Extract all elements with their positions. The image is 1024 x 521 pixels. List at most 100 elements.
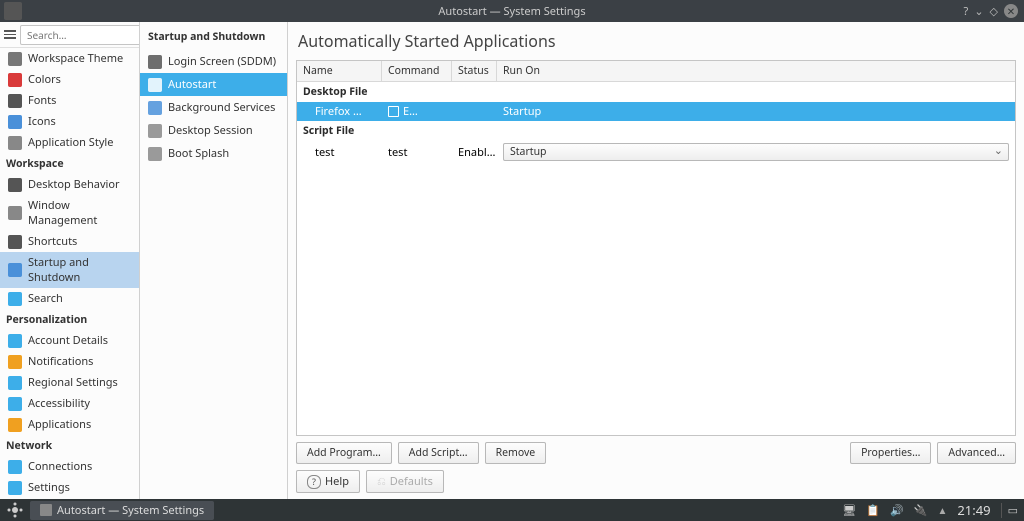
sidebar-item-label: Startup and Shutdown: [28, 255, 133, 285]
minimize-icon[interactable]: ⌄: [974, 4, 983, 19]
subpanel-item-label: Autostart: [168, 77, 216, 92]
cell-status: Enabl…: [458, 145, 503, 160]
sidebar-item-icon: [8, 292, 22, 306]
add-program-button[interactable]: Add Program…: [296, 442, 392, 464]
sidebar-item-icon: [8, 94, 22, 108]
cell-runon: Startup: [503, 143, 1009, 161]
tray-clipboard-icon[interactable]: 📋: [866, 503, 880, 518]
sidebar-group-workspace: Workspace: [0, 153, 139, 174]
subpanel-item-boot-splash[interactable]: Boot Splash: [140, 142, 287, 165]
tray-volume-icon[interactable]: 🔊: [890, 503, 904, 518]
sidebar-item-regional-settings[interactable]: Regional Settings: [0, 372, 139, 393]
section-desktop-file: Desktop File: [297, 82, 1015, 102]
runon-dropdown[interactable]: Startup: [503, 143, 1009, 161]
sidebar-item-icon: [8, 460, 22, 474]
sidebar-item-label: Notifications: [28, 354, 93, 369]
subpanel-item-label: Boot Splash: [168, 146, 229, 161]
sidebar-item-label: Window Management: [28, 198, 133, 228]
sidebar-item-icon: [8, 376, 22, 390]
sidebar-item-workspace-theme[interactable]: Workspace Theme: [0, 48, 139, 69]
subpanel-item-icon: [148, 55, 162, 69]
column-status[interactable]: Status: [452, 61, 497, 81]
defaults-button[interactable]: ⎌Defaults: [366, 470, 444, 493]
sidebar-item-notifications[interactable]: Notifications: [0, 351, 139, 372]
cell-command: E…: [388, 104, 458, 119]
help-button[interactable]: Help: [296, 470, 360, 493]
sidebar-item-fonts[interactable]: Fonts: [0, 90, 139, 111]
sidebar-item-label: Search: [28, 291, 63, 306]
sidebar-item-icon: [8, 263, 22, 277]
sidebar-item-connections[interactable]: Connections: [0, 456, 139, 477]
sidebar-item-label: Workspace Theme: [28, 51, 123, 66]
sidebar-item-label: Applications: [28, 417, 91, 432]
app-launcher-icon[interactable]: [6, 501, 24, 519]
subpanel-item-background-services[interactable]: Background Services: [140, 96, 287, 119]
subpanel-item-login-screen-sddm-[interactable]: Login Screen (SDDM): [140, 50, 287, 73]
window-title: Autostart — System Settings: [438, 4, 585, 19]
sidebar-group-personalization: Personalization: [0, 309, 139, 330]
section-script-file: Script File: [297, 121, 1015, 141]
sidebar-item-applications[interactable]: Applications: [0, 414, 139, 435]
show-desktop-icon[interactable]: ▭: [1001, 503, 1018, 518]
page-title: Automatically Started Applications: [296, 28, 1016, 60]
subpanel-item-icon: [148, 101, 162, 115]
add-script-button[interactable]: Add Script…: [398, 442, 479, 464]
system-tray: 🖥 📋 🔊 🔌 ▲ 21:49 ▭: [842, 501, 1018, 519]
sidebar-item-label: Accessibility: [28, 396, 90, 411]
sidebar-item-label: Icons: [28, 114, 56, 129]
sidebar-item-label: Connections: [28, 459, 92, 474]
taskbar-entry-icon: [40, 504, 52, 516]
content-pane: Automatically Started Applications Name …: [288, 22, 1024, 499]
table-header: Name Command Status Run On: [297, 61, 1015, 82]
hamburger-menu-icon[interactable]: [0, 26, 20, 43]
subpanel-item-autostart[interactable]: Autostart: [140, 73, 287, 96]
subpanel-item-icon: [148, 124, 162, 138]
sidebar-item-icon: [8, 115, 22, 129]
maximize-icon[interactable]: ◇: [990, 4, 998, 19]
search-input[interactable]: [20, 25, 140, 45]
sidebar-item-settings[interactable]: Settings: [0, 477, 139, 498]
sidebar-item-icon: [8, 397, 22, 411]
sidebar-item-icon: [8, 206, 22, 220]
sidebar-item-icons[interactable]: Icons: [0, 111, 139, 132]
tray-expand-icon[interactable]: ▲: [937, 503, 947, 517]
tray-removable-icon[interactable]: 🖥: [842, 503, 856, 518]
cell-runon: Startup: [503, 104, 1009, 119]
subpanel-item-desktop-session[interactable]: Desktop Session: [140, 119, 287, 142]
subpanel: Startup and Shutdown Login Screen (SDDM)…: [140, 22, 288, 499]
taskbar-clock[interactable]: 21:49: [957, 501, 990, 519]
column-command[interactable]: Command: [382, 61, 452, 81]
subpanel-item-icon: [148, 78, 162, 92]
sidebar-left: Workspace Theme ColorsFonts Icons Applicati…: [0, 22, 140, 499]
help-titlebar-icon[interactable]: ?: [964, 4, 969, 19]
sidebar-item-label: Desktop Behavior: [28, 177, 120, 192]
sidebar-item-icon: [8, 481, 22, 495]
sidebar-item-accessibility[interactable]: Accessibility: [0, 393, 139, 414]
table-row-test[interactable]: test test Enabl… Startup: [297, 141, 1015, 163]
column-name[interactable]: Name: [297, 61, 382, 81]
sidebar-item-icon: [8, 136, 22, 150]
sidebar-item-search[interactable]: Search: [0, 288, 139, 309]
sidebar-item-startup-and-shutdown[interactable]: Startup and Shutdown: [0, 252, 139, 288]
sidebar-item-label: Account Details: [28, 333, 108, 348]
sidebar-item-application-style[interactable]: Application Style: [0, 132, 139, 153]
sidebar-item-shortcuts[interactable]: Shortcuts: [0, 231, 139, 252]
close-icon[interactable]: ✕: [1004, 4, 1018, 18]
remove-button[interactable]: Remove: [485, 442, 547, 464]
advanced-button[interactable]: Advanced…: [937, 442, 1016, 464]
autostart-table: Name Command Status Run On Desktop File …: [296, 60, 1016, 436]
properties-button[interactable]: Properties…: [850, 442, 931, 464]
window-titlebar: Autostart — System Settings ? ⌄ ◇ ✕: [0, 0, 1024, 22]
column-runon[interactable]: Run On: [497, 61, 1015, 81]
table-row-firefox[interactable]: Firefox … E… Startup: [297, 102, 1015, 121]
subpanel-item-label: Background Services: [168, 100, 275, 115]
taskbar-entry-system-settings[interactable]: Autostart — System Settings: [30, 501, 214, 520]
sidebar-item-icon: [8, 418, 22, 432]
sidebar-item-account-details[interactable]: Account Details: [0, 330, 139, 351]
sidebar-item-icon: [8, 235, 22, 249]
sidebar-item-colors[interactable]: Colors: [0, 69, 139, 90]
sidebar-item-desktop-behavior[interactable]: Desktop Behavior: [0, 174, 139, 195]
tray-network-icon[interactable]: 🔌: [914, 503, 928, 518]
status-checkbox-icon[interactable]: [388, 106, 399, 117]
sidebar-item-window-management[interactable]: Window Management: [0, 195, 139, 231]
